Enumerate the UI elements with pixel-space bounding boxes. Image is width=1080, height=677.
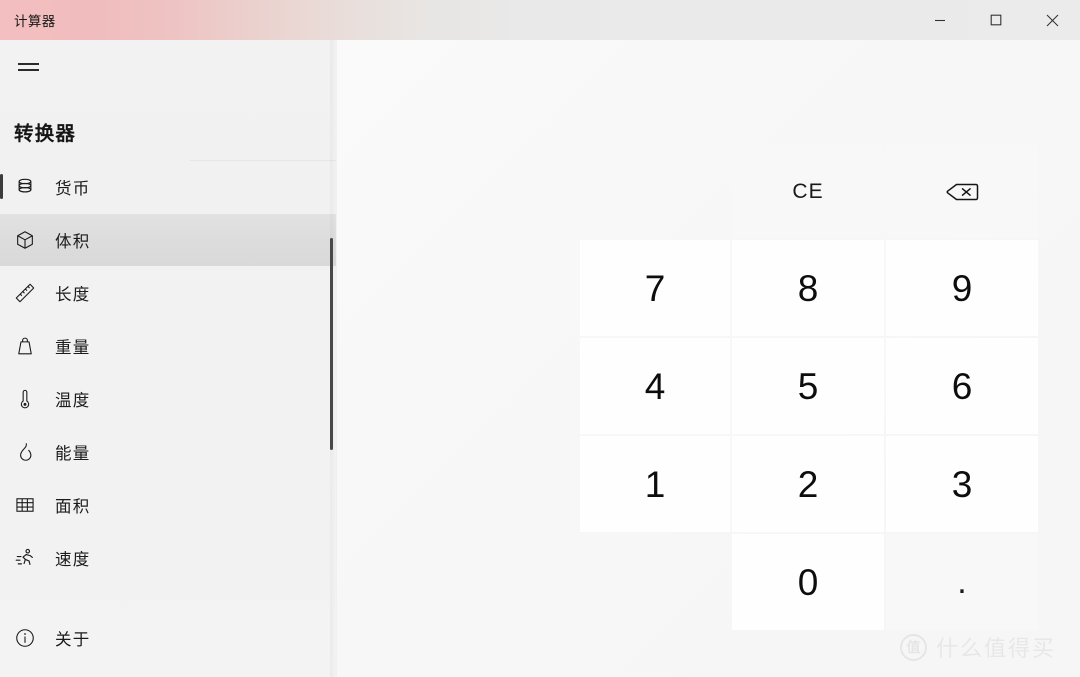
digit-label: 0 [797, 561, 819, 603]
sidebar-item-label: 面积 [55, 497, 91, 516]
nav-header-title: 转换器 [14, 123, 77, 145]
sidebar-item-length[interactable]: 长度 [0, 266, 336, 319]
digit-label: 2 [797, 463, 819, 505]
decimal-label: . [957, 563, 967, 601]
sidebar-item-volume[interactable]: 体积 [0, 213, 336, 266]
maximize-icon [990, 14, 1002, 26]
runner-icon [14, 545, 44, 571]
navigation-pane: 转换器 货币 体积 长度 重量 温度 能量 面积 速度 关于 [0, 40, 337, 677]
digit-4-button[interactable]: 4 [580, 338, 730, 434]
sidebar-item-speed[interactable]: 速度 [0, 531, 336, 584]
nav-list: 货币 体积 长度 重量 温度 能量 面积 速度 [0, 160, 336, 584]
title-bar: 计算器 [0, 0, 1080, 40]
backspace-button[interactable] [886, 145, 1038, 238]
ruler-icon [14, 280, 44, 306]
grid-icon [14, 492, 44, 518]
window-title: 计算器 [14, 14, 56, 29]
sidebar-item-label: 长度 [55, 285, 91, 304]
weight-icon [14, 333, 44, 359]
cube-icon [14, 227, 44, 253]
sidebar-item-area[interactable]: 面积 [0, 478, 336, 531]
digit-1-button[interactable]: 1 [580, 436, 730, 532]
minimize-icon [934, 14, 946, 26]
window-controls [912, 0, 1080, 40]
digit-7-button[interactable]: 7 [580, 240, 730, 336]
digit-0-button[interactable]: 0 [732, 534, 884, 630]
digit-label: 1 [644, 463, 666, 505]
sidebar-item-energy[interactable]: 能量 [0, 425, 336, 478]
info-icon [14, 625, 44, 651]
digit-9-button[interactable]: 9 [886, 240, 1038, 336]
thermometer-icon [14, 386, 44, 412]
digit-label: 7 [644, 267, 666, 309]
coins-icon [14, 174, 44, 200]
minimize-button[interactable] [912, 0, 968, 40]
hamburger-menu-button[interactable] [6, 47, 50, 87]
digit-2-button[interactable]: 2 [732, 436, 884, 532]
digit-label: 3 [951, 463, 973, 505]
sidebar-item-temperature[interactable]: 温度 [0, 372, 336, 425]
converter-content: CE 7 8 9 4 5 6 1 2 3 0 . 值 什么值得买 [337, 40, 1080, 677]
sidebar-scrollbar[interactable] [330, 238, 333, 450]
digit-label: 8 [797, 267, 819, 309]
digit-label: 4 [644, 365, 666, 407]
sidebar-item-label: 货币 [55, 179, 91, 198]
digit-label: 5 [797, 365, 819, 407]
sidebar-item-label: 速度 [55, 550, 91, 569]
calculator-window: 计算器 转换器 货币 体积 长度 重量 温度 能量 面积 速度 关于 CE 7 … [0, 0, 1080, 677]
digit-3-button[interactable]: 3 [886, 436, 1038, 532]
watermark-text: 什么值得买 [935, 636, 1056, 661]
flame-icon [14, 439, 44, 465]
sidebar-item-label: 重量 [55, 338, 91, 357]
sidebar-item-label: 能量 [55, 444, 91, 463]
numeric-keypad: CE 7 8 9 4 5 6 1 2 3 0 . [580, 145, 1038, 630]
maximize-button[interactable] [968, 0, 1024, 40]
keypad-empty-cell [580, 534, 730, 630]
sidebar-item-label: 关于 [55, 631, 91, 649]
keypad-empty-cell [580, 145, 730, 238]
watermark: 值 什么值得买 [899, 631, 1056, 663]
clear-entry-button[interactable]: CE [732, 145, 884, 238]
selection-accent-bar [0, 174, 3, 199]
digit-label: 6 [951, 365, 973, 407]
digit-5-button[interactable]: 5 [732, 338, 884, 434]
sidebar-item-weight[interactable]: 重量 [0, 319, 336, 372]
digit-6-button[interactable]: 6 [886, 338, 1038, 434]
close-button[interactable] [1024, 0, 1080, 40]
close-icon [1046, 14, 1059, 27]
clear-entry-label: CE [792, 180, 824, 203]
sidebar-item-about[interactable]: 关于 [0, 613, 336, 663]
decimal-point-button[interactable]: . [886, 534, 1038, 630]
hamburger-icon [17, 59, 39, 74]
sidebar-item-currency[interactable]: 货币 [0, 160, 336, 213]
digit-label: 9 [951, 267, 973, 309]
backspace-icon [945, 180, 979, 204]
sidebar-item-label: 温度 [55, 391, 91, 410]
sidebar-item-label: 体积 [55, 232, 91, 251]
watermark-badge: 值 [899, 633, 927, 661]
digit-8-button[interactable]: 8 [732, 240, 884, 336]
